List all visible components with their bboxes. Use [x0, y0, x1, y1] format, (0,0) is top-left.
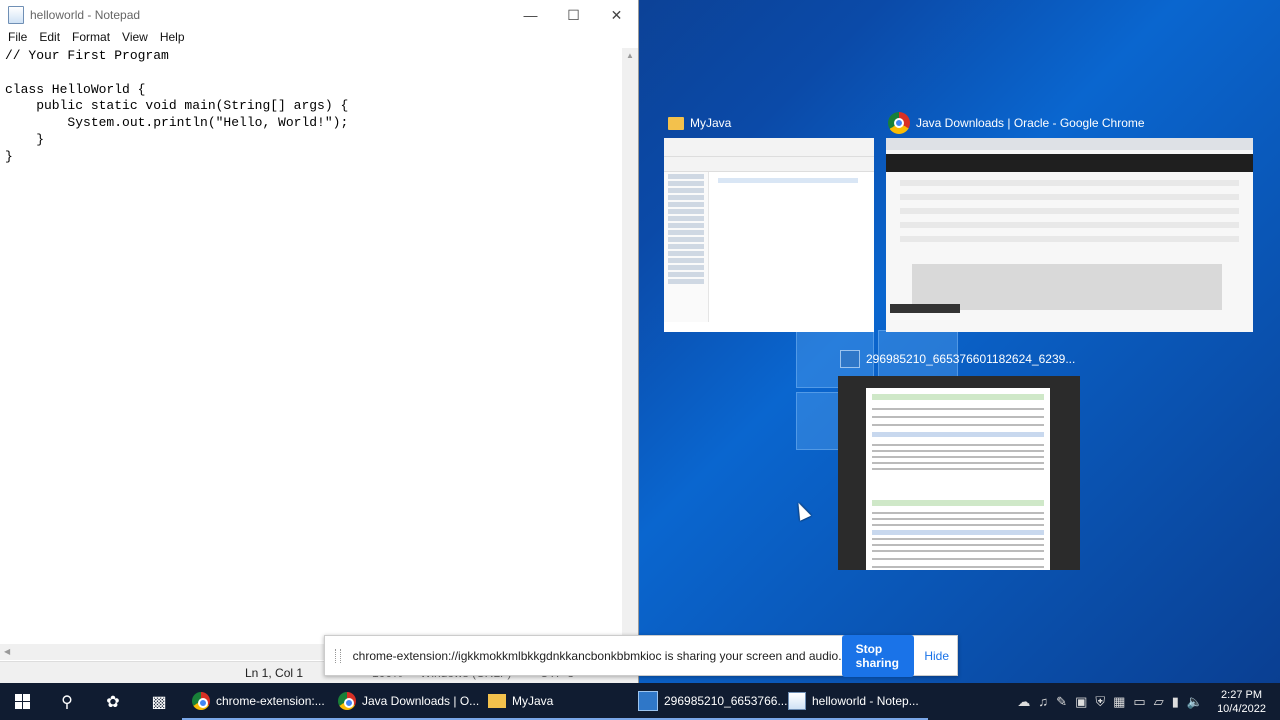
scroll-up-icon[interactable]: ▲: [622, 48, 638, 64]
thumb-title-image[interactable]: 296985210_665376601182624_6239...: [840, 350, 1075, 368]
stop-sharing-button[interactable]: Stop sharing: [841, 634, 915, 677]
chrome-icon: [338, 691, 356, 710]
menu-view[interactable]: View: [116, 30, 154, 48]
screen-share-bar: chrome-extension://igkkmokkmlbkkgdnkkanc…: [324, 634, 958, 677]
notepad-window: helloworld - Notepad — ☐ ✕ File Edit For…: [0, 0, 639, 684]
feather-app-icon[interactable]: ✿: [90, 683, 136, 720]
chrome-icon: [192, 691, 210, 710]
notepad-icon: [8, 6, 24, 24]
menu-format[interactable]: Format: [66, 30, 116, 48]
pen-icon[interactable]: ✎: [1056, 694, 1067, 710]
vertical-scrollbar[interactable]: ▲: [622, 48, 638, 648]
microphone-icon[interactable]: ♫: [1038, 694, 1048, 709]
menu-file[interactable]: File: [2, 30, 33, 48]
cursor-position: Ln 1, Col 1: [245, 666, 304, 680]
thumb-title-chrome[interactable]: Java Downloads | Oracle - Google Chrome: [888, 112, 1145, 134]
maximize-button[interactable]: ☐: [552, 0, 595, 30]
vscode-icon[interactable]: ▩: [136, 683, 182, 720]
folder-icon: [488, 693, 506, 708]
volume-icon[interactable]: 🔈: [1187, 694, 1203, 710]
battery-icon[interactable]: ▮: [1172, 694, 1179, 710]
share-message: chrome-extension://igkkmokkmlbkkgdnkkanc…: [352, 648, 842, 663]
onedrive-icon[interactable]: ☁: [1017, 694, 1030, 710]
app-tray-icon[interactable]: ▣: [1075, 694, 1087, 710]
taskbar-app-notepad[interactable]: helloworld - Notep...: [778, 683, 928, 720]
taskbar: ⚲ ✿ ▩ chrome-extension:... Java Download…: [0, 683, 1280, 720]
windows-update-icon[interactable]: ▦: [1113, 694, 1125, 710]
taskbar-app-java-downloads[interactable]: Java Downloads | O...: [328, 683, 479, 720]
taskbar-app-image[interactable]: 296985210_6653766...: [628, 683, 787, 720]
clock-time: 2:27 PM: [1221, 688, 1263, 701]
notepad-content[interactable]: // Your First Program class HelloWorld {…: [0, 48, 622, 166]
hide-button[interactable]: Hide: [924, 649, 949, 663]
image-icon: [638, 690, 658, 711]
search-icon[interactable]: ⚲: [44, 683, 90, 720]
close-button[interactable]: ✕: [595, 0, 638, 30]
taskbar-app-chrome-extension[interactable]: chrome-extension:...: [182, 683, 328, 720]
notepad-icon: [788, 691, 806, 710]
thumb-myjava[interactable]: [664, 138, 874, 332]
system-tray: ☁ ♫ ✎ ▣ ⛨ ▦ ▭ ▱ ▮ 🔈 2:27 PM 10/4/2022: [1017, 683, 1280, 720]
chrome-icon: [888, 112, 910, 134]
menu-edit[interactable]: Edit: [33, 30, 66, 48]
display-icon[interactable]: ▭: [1133, 694, 1145, 710]
notepad-menubar: File Edit Format View Help: [0, 30, 638, 48]
network-icon[interactable]: ▱: [1154, 694, 1164, 710]
windows-icon: [14, 694, 30, 709]
notepad-titlebar[interactable]: helloworld - Notepad — ☐ ✕: [0, 0, 638, 30]
clock-date: 10/4/2022: [1217, 702, 1266, 715]
security-icon[interactable]: ⛨: [1095, 694, 1105, 710]
drag-handle-icon[interactable]: [335, 648, 341, 663]
thumb-image[interactable]: [838, 376, 1080, 570]
image-icon: [840, 350, 860, 368]
menu-help[interactable]: Help: [154, 30, 191, 48]
start-button[interactable]: [0, 683, 44, 720]
taskbar-app-myjava[interactable]: MyJava: [478, 683, 628, 720]
notepad-text-area[interactable]: // Your First Program class HelloWorld {…: [0, 48, 622, 648]
minimize-button[interactable]: —: [509, 0, 552, 30]
folder-icon: [668, 116, 684, 130]
thumb-chrome[interactable]: [886, 138, 1253, 332]
notepad-title: helloworld - Notepad: [30, 8, 141, 22]
thumb-title-myjava[interactable]: MyJava: [668, 116, 731, 130]
clock[interactable]: 2:27 PM 10/4/2022: [1211, 688, 1272, 716]
